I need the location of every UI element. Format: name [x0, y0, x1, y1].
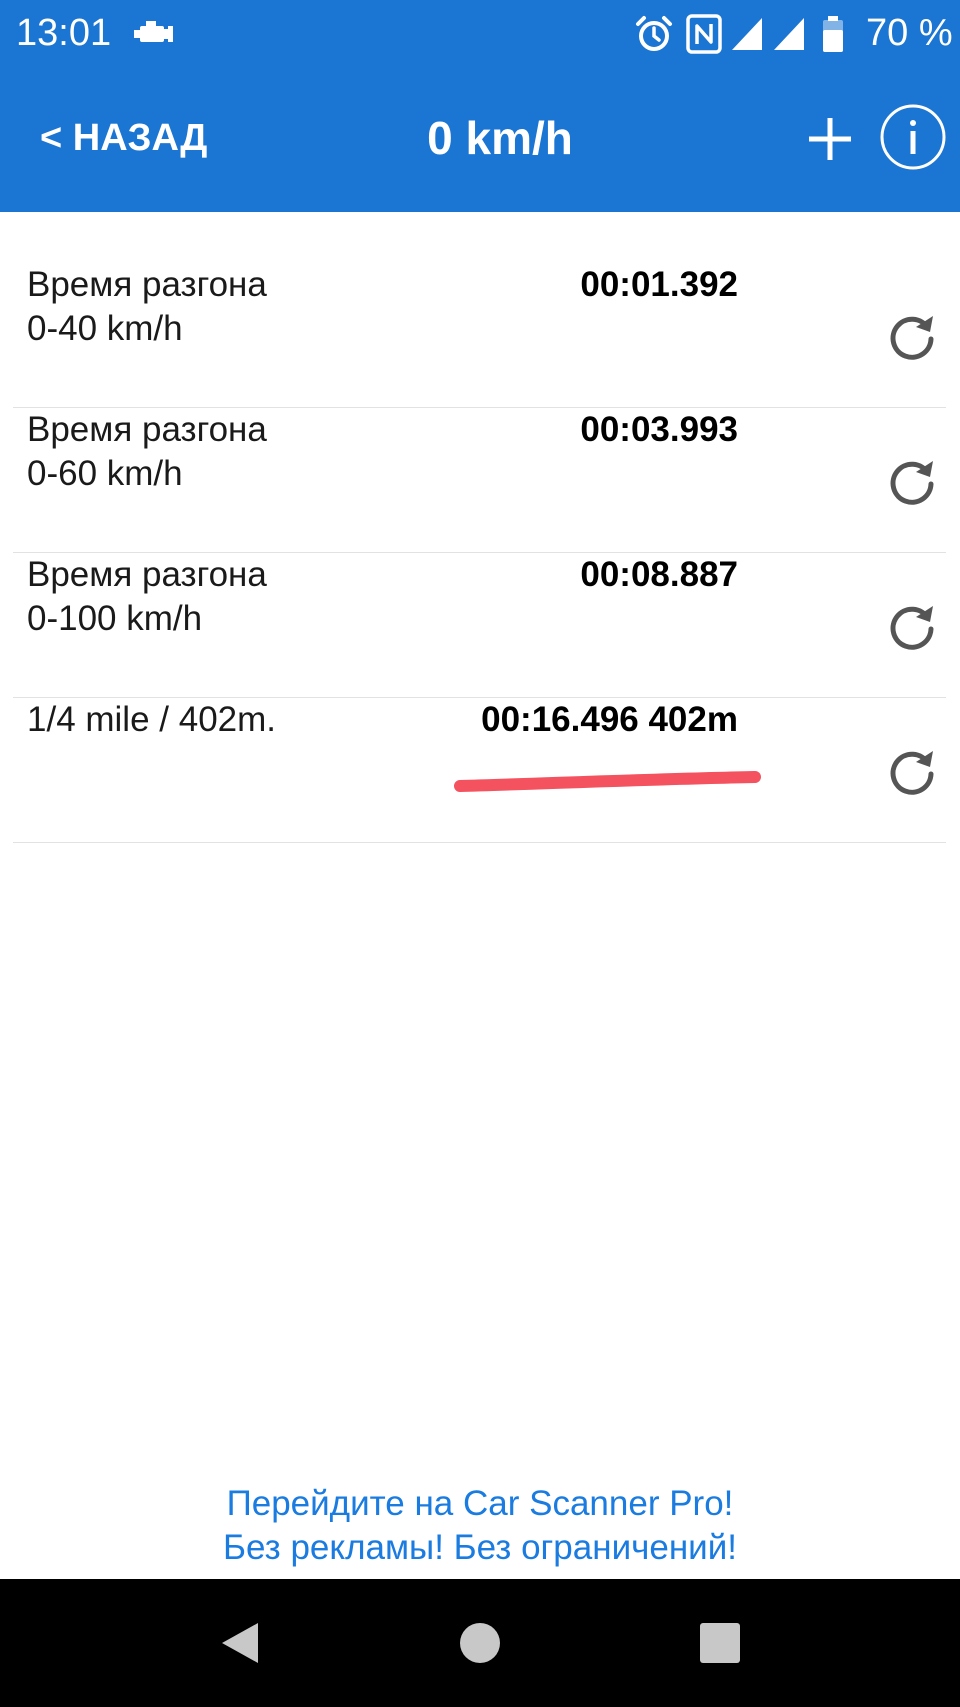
navigation-bar [0, 1579, 960, 1707]
signal-icon [728, 12, 766, 56]
row-label: Время разгона 0-60 km/h [27, 408, 267, 496]
row-label-title: Время разгона [27, 265, 267, 304]
row-time-value: 00:16.496 402m [481, 700, 738, 739]
status-time: 13:01 [16, 12, 112, 54]
list-item: 1/4 mile / 402m. 00:16.496 402m [13, 698, 946, 843]
info-button[interactable] [880, 104, 946, 170]
recents-nav-icon[interactable] [694, 1617, 746, 1669]
add-button[interactable] [806, 106, 854, 172]
row-time-value: 00:01.392 [580, 265, 738, 304]
refresh-icon[interactable] [885, 599, 939, 653]
row-label-title: 1/4 mile / 402m. [27, 700, 276, 739]
refresh-icon[interactable] [885, 744, 939, 798]
info-icon [880, 104, 946, 170]
check-engine-icon [132, 12, 176, 56]
row-time-value: 00:08.887 [580, 555, 738, 594]
row-label-title: Время разгона [27, 410, 267, 449]
back-button[interactable]: < НАЗАД [40, 114, 207, 162]
refresh-icon[interactable] [885, 309, 939, 363]
promo-line[interactable]: Перейдите на Car Scanner Pro! [0, 1482, 960, 1526]
list-item: Время разгона 0-100 km/h 00:08.887 [13, 553, 946, 698]
promo-line[interactable]: Без рекламы! Без ограничений! [0, 1526, 960, 1570]
refresh-icon[interactable] [885, 454, 939, 508]
battery-percentage: 70 % [866, 12, 953, 54]
row-time-value: 00:03.993 [580, 410, 738, 449]
back-nav-icon[interactable] [214, 1617, 266, 1669]
row-label-range: 0-40 km/h [27, 309, 183, 348]
row-label: 1/4 mile / 402m. [27, 698, 276, 742]
row-label: Время разгона 0-40 km/h [27, 263, 267, 351]
plus-icon [809, 118, 851, 160]
app-bar: < НАЗАД 0 km/h [0, 68, 960, 212]
page-title: 0 km/h [427, 112, 573, 164]
home-nav-icon[interactable] [454, 1617, 506, 1669]
promo-banner[interactable]: Перейдите на Car Scanner Pro! Без реклам… [0, 1482, 960, 1570]
list-item: Время разгона 0-40 km/h 00:01.392 [13, 263, 946, 408]
status-bar: 13:01 70 % [0, 0, 960, 68]
highlight-underline [454, 771, 761, 792]
list-item: Время разгона 0-60 km/h 00:03.993 [13, 408, 946, 553]
row-label-title: Время разгона [27, 555, 267, 594]
battery-icon [820, 12, 846, 56]
header: 13:01 70 % < НАЗАД 0 km/h [0, 0, 960, 212]
nfc-icon [684, 12, 724, 56]
row-label: Время разгона 0-100 km/h [27, 553, 267, 641]
alarm-icon [632, 12, 676, 56]
signal-icon [770, 12, 808, 56]
row-label-range: 0-60 km/h [27, 454, 183, 493]
row-label-range: 0-100 km/h [27, 599, 203, 638]
